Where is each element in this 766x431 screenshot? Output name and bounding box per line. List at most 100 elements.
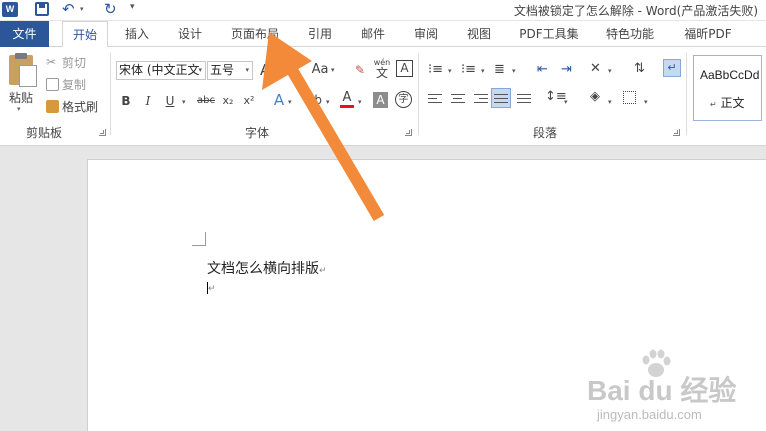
tab-mailings[interactable]: 邮件	[358, 21, 388, 47]
font-size-value: 五号	[210, 63, 235, 77]
document-canvas: 文档怎么横向排版↵ ↵ Bai du 经验 jingyan.baidu.com	[0, 147, 766, 431]
tab-review[interactable]: 审阅	[411, 21, 441, 47]
increase-indent-icon[interactable]: ⇥	[561, 62, 572, 77]
paragraph-mark-icon: ↵	[667, 61, 677, 74]
sort-icon[interactable]: ⇅	[634, 61, 645, 76]
format-painter-icon	[46, 99, 59, 113]
group-divider	[110, 53, 111, 135]
grow-font-button[interactable]: A	[260, 61, 270, 79]
copy-icon	[46, 77, 59, 91]
bold-button[interactable]: B	[119, 92, 133, 110]
font-launcher-icon[interactable]	[405, 129, 412, 136]
font-color-bar	[340, 105, 354, 108]
multilevel-list-icon[interactable]: ≣	[494, 62, 505, 77]
align-right-icon[interactable]	[474, 91, 488, 106]
font-name-combo[interactable]: 宋体 (中文正文 ▾	[116, 61, 206, 80]
group-divider	[418, 53, 419, 135]
strikethrough-button[interactable]: abc	[195, 92, 217, 110]
numbering-dropdown-icon[interactable]: ▾	[481, 67, 485, 75]
shading-dropdown-icon[interactable]: ▾	[608, 98, 612, 106]
multilevel-dropdown-icon[interactable]: ▾	[512, 67, 516, 75]
word-window: W ↶ ▾ ↻ ▾ 文档被锁定了怎么解除 - Word(产品激活失败) 文件 开…	[0, 0, 766, 431]
paragraph-group-label: 段落	[533, 126, 558, 140]
paste-button[interactable]: 粘贴	[9, 89, 33, 106]
paste-dropdown-icon[interactable]: ▾	[17, 105, 21, 113]
font-color-glyph: A	[342, 90, 352, 105]
decrease-indent-icon[interactable]: ⇤	[537, 62, 548, 77]
underline-dropdown-icon[interactable]: ▾	[182, 98, 186, 106]
undo-icon[interactable]: ↶	[62, 0, 75, 18]
tab-page-layout[interactable]: 页面布局	[229, 21, 281, 47]
style-normal-button[interactable]: AaBbCcDd ↵ 正文	[693, 55, 762, 121]
clear-format-icon[interactable]: ✎	[352, 61, 368, 79]
italic-button[interactable]: I	[142, 92, 154, 110]
subscript-button[interactable]: x₂	[220, 92, 236, 110]
bullets-dropdown-icon[interactable]: ▾	[448, 67, 452, 75]
clipboard-group-label: 剪贴板	[26, 126, 63, 140]
borders-dropdown-icon[interactable]: ▾	[644, 98, 648, 106]
save-icon[interactable]	[35, 2, 49, 16]
group-divider	[686, 53, 687, 135]
chinese-layout-icon[interactable]: ✕	[590, 61, 601, 76]
justify-button[interactable]	[491, 88, 511, 108]
tab-design[interactable]: 设计	[175, 21, 205, 47]
customize-qat-icon[interactable]: ▾	[130, 2, 135, 12]
phonetic-bottom: 文	[375, 66, 388, 80]
word-logo-icon[interactable]: W	[2, 2, 18, 17]
clipboard-launcher-icon[interactable]	[99, 129, 106, 136]
align-left-icon[interactable]	[428, 91, 442, 106]
paste-icon[interactable]	[9, 53, 37, 87]
highlight-icon[interactable]: ab	[307, 91, 322, 109]
font-color-button[interactable]: A	[340, 91, 354, 108]
format-painter-button[interactable]: 格式刷	[46, 97, 98, 115]
enclose-characters-button[interactable]: 字	[395, 91, 412, 108]
borders-icon[interactable]	[623, 91, 636, 104]
cut-label: 剪切	[62, 55, 87, 70]
document-line-1[interactable]: 文档怎么横向排版↵	[207, 258, 327, 278]
cut-button[interactable]: ✂ 剪切	[46, 53, 86, 71]
phonetic-guide-button[interactable]: wén 文	[373, 58, 391, 80]
superscript-button[interactable]: x²	[241, 92, 257, 110]
text-effects-button[interactable]: A	[272, 91, 286, 109]
document-line-1-text: 文档怎么横向排版	[207, 261, 319, 277]
font-color-dropdown-icon[interactable]: ▾	[358, 98, 362, 106]
document-line-2[interactable]: ↵	[207, 282, 216, 294]
character-border-button[interactable]: A	[396, 60, 413, 77]
tab-pdf-tools[interactable]: PDF工具集	[517, 21, 581, 47]
text-effects-dropdown-icon[interactable]: ▾	[288, 98, 292, 106]
tab-references[interactable]: 引用	[305, 21, 335, 47]
show-marks-button[interactable]: ↵	[663, 59, 681, 77]
format-painter-label: 格式刷	[62, 99, 99, 114]
tab-foxit-pdf[interactable]: 福昕PDF	[681, 21, 735, 47]
redo-icon[interactable]: ↻	[104, 0, 117, 18]
copy-button[interactable]: 复制	[46, 75, 86, 93]
font-size-combo[interactable]: 五号 ▾	[207, 61, 253, 80]
window-title: 文档被锁定了怎么解除 - Word(产品激活失败)	[513, 4, 758, 18]
shading-bucket-icon[interactable]: ◈	[590, 89, 600, 104]
paragraph-mark: ↵	[319, 266, 327, 276]
line-spacing-dropdown-icon[interactable]: ▾	[564, 98, 568, 106]
character-shading-button[interactable]: A	[373, 92, 388, 108]
undo-dropdown-icon[interactable]: ▾	[80, 5, 84, 13]
tab-file[interactable]: 文件	[0, 21, 49, 47]
watermark-url: jingyan.baidu.com	[597, 407, 702, 422]
distributed-icon[interactable]	[517, 91, 531, 106]
align-center-icon[interactable]	[451, 91, 465, 106]
numbering-icon[interactable]: ⁝≡	[461, 62, 476, 77]
justify-icon	[494, 91, 508, 106]
change-case-dropdown-icon[interactable]: ▾	[331, 66, 335, 74]
tab-insert[interactable]: 插入	[122, 21, 152, 47]
paragraph-launcher-icon[interactable]	[673, 129, 680, 136]
change-case-button[interactable]: Aa	[309, 61, 331, 79]
tab-special[interactable]: 特色功能	[604, 21, 656, 47]
bullets-icon[interactable]: ⁝≡	[428, 62, 443, 77]
chevron-down-icon: ▾	[245, 66, 249, 74]
font-group-label: 字体	[245, 126, 270, 140]
underline-button[interactable]: U	[163, 92, 177, 110]
tab-view[interactable]: 视图	[464, 21, 494, 47]
chinese-layout-dropdown-icon[interactable]: ▾	[608, 67, 612, 75]
scissors-icon: ✂	[46, 54, 57, 69]
highlight-dropdown-icon[interactable]: ▾	[326, 98, 330, 106]
title-bar: W ↶ ▾ ↻ ▾ 文档被锁定了怎么解除 - Word(产品激活失败)	[0, 0, 766, 20]
tab-home[interactable]: 开始	[62, 21, 108, 48]
